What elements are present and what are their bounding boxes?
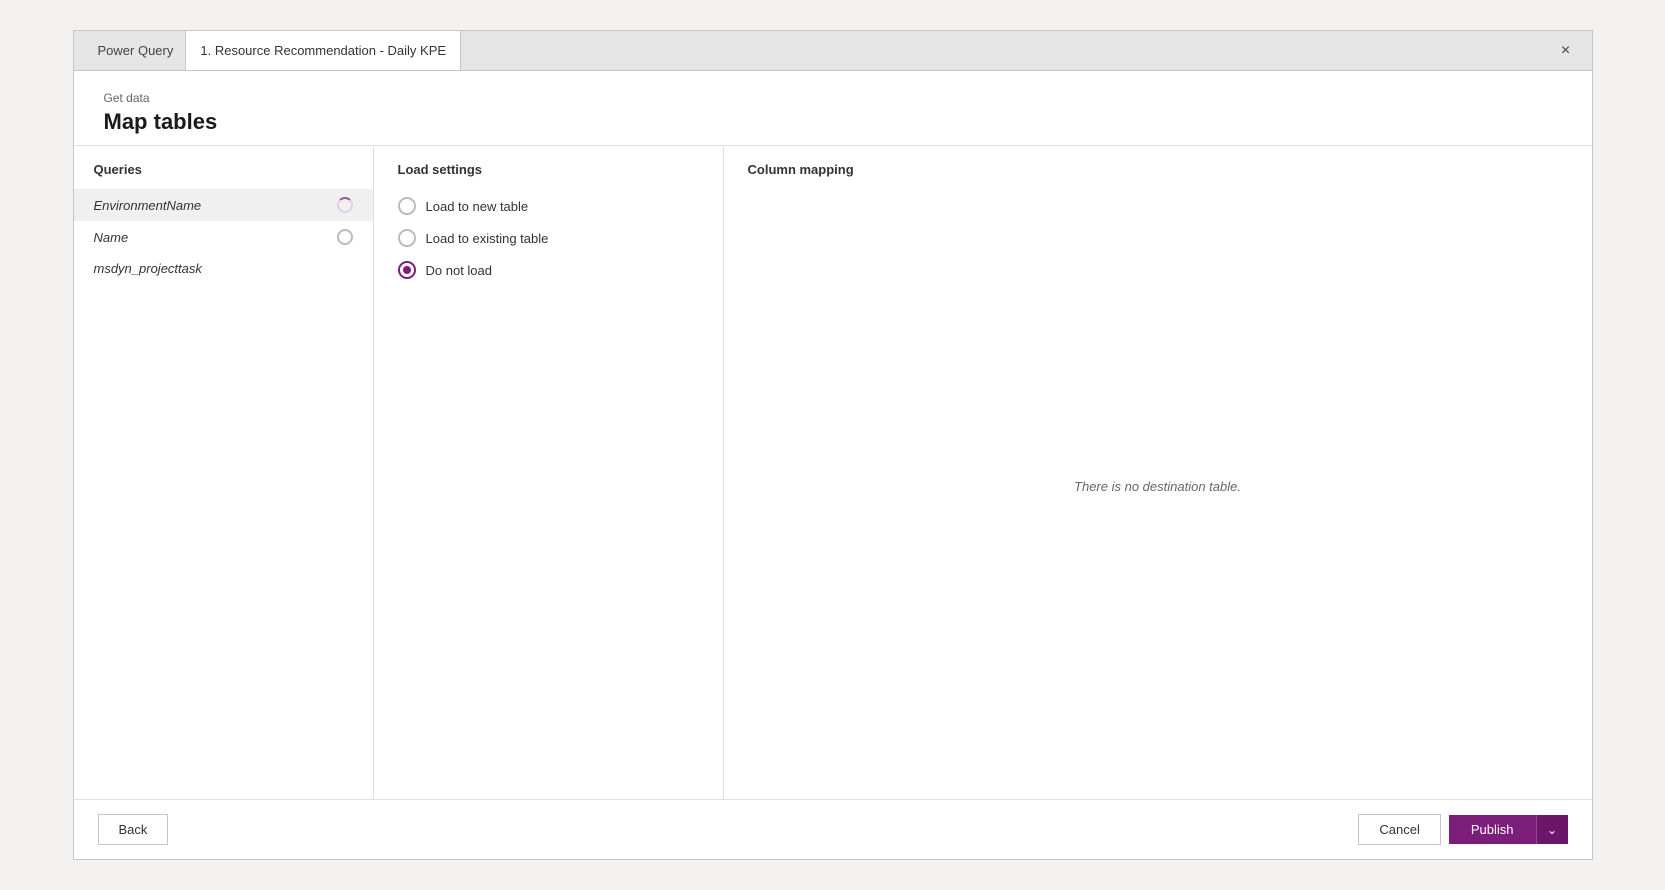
query-name-name: Name — [94, 230, 329, 245]
publish-group: Publish ⌄ — [1449, 815, 1568, 844]
query-item-projecttask[interactable]: msdyn_projecttask — [74, 253, 373, 284]
queries-panel: Queries EnvironmentName Name msdyn_proje… — [74, 146, 374, 799]
page-title: Map tables — [104, 109, 1562, 135]
no-destination-message: There is no destination table. — [748, 189, 1568, 783]
load-new-table-option[interactable]: Load to new table — [398, 197, 699, 215]
query-name-projecttask: msdyn_projecttask — [94, 261, 353, 276]
load-new-table-label: Load to new table — [426, 199, 529, 214]
cancel-button[interactable]: Cancel — [1358, 814, 1440, 845]
close-button[interactable]: × — [1552, 37, 1580, 65]
column-mapping-panel: Column mapping There is no destination t… — [724, 146, 1592, 799]
load-settings-title: Load settings — [398, 162, 699, 177]
publish-button[interactable]: Publish — [1449, 815, 1536, 844]
tab-resource-recommendation[interactable]: 1. Resource Recommendation - Daily KPE — [185, 31, 461, 70]
chevron-down-icon: ⌄ — [1547, 823, 1557, 837]
load-settings-panel: Load settings Load to new table Load to … — [374, 146, 724, 799]
publish-dropdown-button[interactable]: ⌄ — [1536, 815, 1568, 844]
modal-header: Get data Map tables — [74, 71, 1592, 145]
load-new-table-radio[interactable] — [398, 197, 416, 215]
column-mapping-title: Column mapping — [748, 162, 1568, 177]
modal-footer: Back Cancel Publish ⌄ — [74, 799, 1592, 859]
modal-body: Queries EnvironmentName Name msdyn_proje… — [74, 145, 1592, 799]
query-item-name[interactable]: Name — [74, 221, 373, 253]
footer-right: Cancel Publish ⌄ — [1358, 814, 1567, 845]
breadcrumb: Get data — [104, 91, 1562, 105]
load-existing-table-radio[interactable] — [398, 229, 416, 247]
do-not-load-label: Do not load — [426, 263, 493, 278]
load-existing-table-option[interactable]: Load to existing table — [398, 229, 699, 247]
query-name-environment: EnvironmentName — [94, 198, 329, 213]
do-not-load-radio[interactable] — [398, 261, 416, 279]
load-settings-radio-group: Load to new table Load to existing table… — [398, 197, 699, 279]
loading-spinner-icon — [337, 197, 353, 213]
load-existing-table-label: Load to existing table — [426, 231, 549, 246]
queries-panel-title: Queries — [74, 162, 373, 189]
query-radio-indicator-icon — [337, 229, 353, 245]
tab-power-query[interactable]: Power Query — [86, 31, 186, 70]
do-not-load-option[interactable]: Do not load — [398, 261, 699, 279]
query-item-environment[interactable]: EnvironmentName — [74, 189, 373, 221]
map-tables-dialog: Power Query 1. Resource Recommendation -… — [73, 30, 1593, 860]
back-button[interactable]: Back — [98, 814, 169, 845]
modal-titlebar: Power Query 1. Resource Recommendation -… — [74, 31, 1592, 71]
